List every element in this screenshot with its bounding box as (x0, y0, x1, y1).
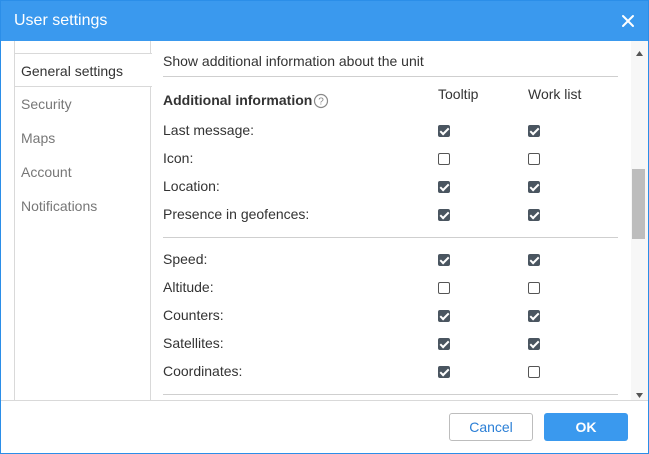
checkbox-satellites-work-list[interactable] (528, 338, 540, 350)
section-header: Show additional information about the un… (163, 53, 424, 69)
sidebar-item-maps[interactable]: Maps (15, 121, 151, 155)
vertical-scrollbar[interactable] (631, 41, 648, 400)
group-divider (163, 394, 618, 395)
settings-content: Show additional information about the un… (151, 41, 631, 400)
sidebar-item-general-settings[interactable]: General settings (15, 53, 152, 87)
user-settings-dialog: User settings General settings Security … (0, 0, 649, 454)
checkbox-presence-in-geofences-work-list[interactable] (528, 209, 540, 221)
checkbox-last-message-tooltip[interactable] (438, 125, 450, 137)
row-label-satellites: Satellites: (163, 335, 224, 351)
checkbox-altitude-tooltip[interactable] (438, 282, 450, 294)
ok-button[interactable]: OK (544, 413, 628, 441)
row-label-coordinates: Coordinates: (163, 363, 243, 379)
checkbox-altitude-work-list[interactable] (528, 282, 540, 294)
checkbox-speed-tooltip[interactable] (438, 254, 450, 266)
sidebar-item-security[interactable]: Security (15, 87, 151, 121)
title-bar: User settings (1, 1, 648, 41)
dialog-title: User settings (14, 12, 108, 29)
row-label-presence-in-geofences: Presence in geofences: (163, 206, 310, 222)
checkbox-location-tooltip[interactable] (438, 181, 450, 193)
scrollbar-thumb[interactable] (632, 169, 645, 239)
row-label-counters: Counters: (163, 307, 224, 323)
chevron-up-icon[interactable] (635, 45, 644, 56)
row-label-location: Location: (163, 178, 220, 194)
checkbox-icon-work-list[interactable] (528, 153, 540, 165)
checkbox-speed-work-list[interactable] (528, 254, 540, 266)
section-divider (163, 76, 618, 77)
checkbox-coordinates-tooltip[interactable] (438, 366, 450, 378)
close-icon[interactable] (618, 11, 638, 31)
checkbox-coordinates-work-list[interactable] (528, 366, 540, 378)
group-divider (163, 237, 618, 238)
svg-text:?: ? (318, 97, 324, 108)
column-header-work-list: Work list (528, 86, 582, 102)
sidebar-item-account[interactable]: Account (15, 155, 151, 189)
checkbox-counters-tooltip[interactable] (438, 310, 450, 322)
chevron-down-icon[interactable] (635, 387, 644, 398)
row-label-speed: Speed: (163, 251, 208, 267)
column-header-tooltip: Tooltip (438, 86, 479, 102)
row-label-icon: Icon: (163, 150, 194, 166)
checkbox-location-work-list[interactable] (528, 181, 540, 193)
sidebar-item-notifications[interactable]: Notifications (15, 189, 151, 223)
cancel-button[interactable]: Cancel (449, 413, 533, 441)
row-label-altitude: Altitude: (163, 279, 214, 295)
checkbox-counters-work-list[interactable] (528, 310, 540, 322)
group-title: Additional information (163, 92, 313, 108)
checkbox-icon-tooltip[interactable] (438, 153, 450, 165)
dialog-footer: Cancel OK (1, 400, 648, 453)
settings-sidebar: General settings Security Maps Account N… (14, 41, 152, 400)
help-icon[interactable]: ? (313, 93, 329, 109)
checkbox-satellites-tooltip[interactable] (438, 338, 450, 350)
row-label-last-message: Last message: (163, 122, 255, 138)
checkbox-presence-in-geofences-tooltip[interactable] (438, 209, 450, 221)
checkbox-last-message-work-list[interactable] (528, 125, 540, 137)
